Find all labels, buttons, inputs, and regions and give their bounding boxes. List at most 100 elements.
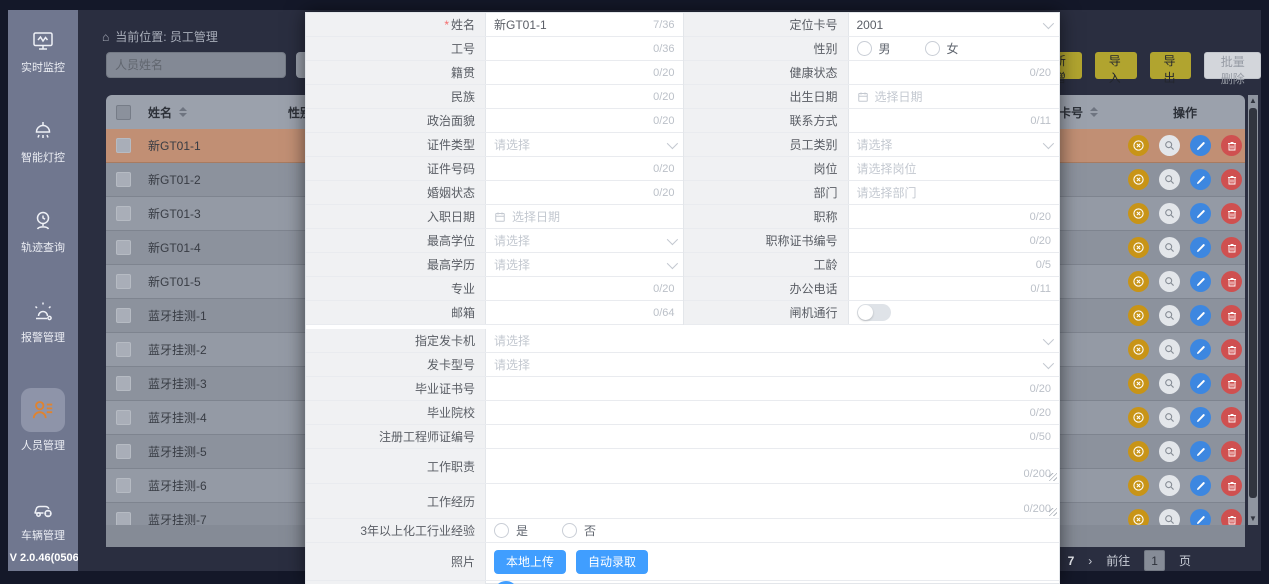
sort-caret-icon[interactable]: [179, 107, 187, 117]
auto-capture-button[interactable]: 自动录取: [576, 550, 648, 574]
radio-option[interactable]: 男: [857, 40, 891, 57]
column-header-name[interactable]: 姓名: [140, 104, 280, 121]
form-date-picker[interactable]: 选择日期: [486, 205, 683, 228]
view-button[interactable]: [1159, 203, 1180, 224]
delete-button[interactable]: [1221, 169, 1242, 190]
form-select[interactable]: 请选择: [486, 133, 683, 156]
edit-button[interactable]: [1190, 475, 1211, 496]
view-button[interactable]: [1159, 271, 1180, 292]
delete-button[interactable]: [1221, 407, 1242, 428]
sidebar-item-alarm-mgmt[interactable]: 报警管理: [21, 298, 65, 345]
sort-caret-icon[interactable]: [1090, 107, 1098, 117]
row-checkbox[interactable]: [116, 138, 131, 153]
radio-option[interactable]: 是: [494, 522, 528, 539]
sidebar-item-personnel-mgmt[interactable]: 人员管理: [21, 388, 65, 453]
sidebar-item-track-query[interactable]: 轨迹查询: [21, 208, 65, 255]
edit-button[interactable]: [1190, 203, 1211, 224]
view-button[interactable]: [1159, 373, 1180, 394]
scroll-down-icon[interactable]: ▼: [1248, 514, 1258, 524]
delete-button[interactable]: [1221, 339, 1242, 360]
disable-button[interactable]: [1128, 271, 1149, 292]
disable-button[interactable]: [1128, 135, 1149, 156]
disable-button[interactable]: [1128, 339, 1149, 360]
import-button[interactable]: 导入: [1095, 52, 1137, 79]
form-text-input[interactable]: 0/11: [849, 277, 1060, 300]
form-text-input[interactable]: 请选择岗位: [849, 157, 1060, 180]
edit-button[interactable]: [1190, 135, 1211, 156]
row-checkbox[interactable]: [116, 308, 131, 323]
form-text-input[interactable]: 0/50: [486, 425, 1059, 448]
edit-button[interactable]: [1190, 271, 1211, 292]
form-text-input[interactable]: 0/20: [486, 377, 1059, 400]
row-checkbox[interactable]: [116, 274, 131, 289]
radio-option[interactable]: 否: [562, 522, 596, 539]
export-button[interactable]: 导出: [1150, 52, 1192, 79]
sidebar-item-realtime-monitor[interactable]: 实时监控: [21, 28, 65, 75]
form-text-input[interactable]: 新GT01-17/36: [486, 13, 683, 36]
goto-page-input[interactable]: 1: [1144, 550, 1165, 571]
row-checkbox[interactable]: [116, 376, 131, 391]
form-date-picker[interactable]: 选择日期: [849, 85, 1060, 108]
photo-upload-field[interactable]: 本地上传自动录取: [486, 543, 1059, 580]
view-button[interactable]: [1159, 135, 1180, 156]
form-text-input[interactable]: 请选择部门: [849, 181, 1060, 204]
form-text-input[interactable]: 0/20: [486, 181, 683, 204]
row-checkbox[interactable]: [116, 444, 131, 459]
delete-button[interactable]: [1221, 237, 1242, 258]
row-checkbox[interactable]: [116, 172, 131, 187]
search-input[interactable]: [106, 52, 286, 78]
edit-button[interactable]: [1190, 373, 1211, 394]
row-checkbox[interactable]: [116, 478, 131, 493]
form-text-input[interactable]: 0/20: [486, 277, 683, 300]
form-text-input[interactable]: 0/20: [486, 85, 683, 108]
sidebar-item-vehicle-mgmt[interactable]: 车辆管理: [21, 496, 65, 543]
view-button[interactable]: [1159, 305, 1180, 326]
form-text-input[interactable]: 0/64: [486, 301, 683, 324]
view-button[interactable]: [1159, 237, 1180, 258]
disable-button[interactable]: [1128, 441, 1149, 462]
form-radio-group[interactable]: 男女: [849, 37, 1060, 60]
resize-handle-icon[interactable]: [1049, 473, 1057, 481]
form-text-input[interactable]: 0/20: [486, 157, 683, 180]
edit-button[interactable]: [1190, 441, 1211, 462]
edit-button[interactable]: [1190, 339, 1211, 360]
edit-button[interactable]: [1190, 305, 1211, 326]
delete-button[interactable]: [1221, 203, 1242, 224]
delete-button[interactable]: [1221, 373, 1242, 394]
form-radio-group[interactable]: 是否: [486, 519, 1059, 542]
form-text-input[interactable]: 0/20: [486, 109, 683, 132]
view-button[interactable]: [1159, 407, 1180, 428]
page-number-button[interactable]: 7: [1068, 554, 1075, 568]
sidebar-item-smart-light[interactable]: 智能灯控: [21, 118, 65, 165]
next-page-button[interactable]: ›: [1088, 554, 1092, 568]
delete-button[interactable]: [1221, 441, 1242, 462]
row-checkbox[interactable]: [116, 206, 131, 221]
form-select[interactable]: 请选择: [486, 229, 683, 252]
disable-button[interactable]: [1128, 237, 1149, 258]
row-checkbox[interactable]: [116, 240, 131, 255]
disable-button[interactable]: [1128, 169, 1149, 190]
disable-button[interactable]: [1128, 203, 1149, 224]
disable-button[interactable]: [1128, 373, 1149, 394]
resize-handle-icon[interactable]: [1049, 508, 1057, 516]
form-text-input[interactable]: 0/20: [849, 229, 1060, 252]
disable-button[interactable]: [1128, 305, 1149, 326]
local-upload-button[interactable]: 本地上传: [494, 550, 566, 574]
gate-access-toggle[interactable]: [857, 304, 891, 321]
form-text-input[interactable]: 0/20: [849, 61, 1060, 84]
delete-button[interactable]: [1221, 305, 1242, 326]
form-select[interactable]: 请选择: [849, 133, 1060, 156]
form-toggle-field[interactable]: [849, 301, 1060, 324]
edit-button[interactable]: [1190, 237, 1211, 258]
view-button[interactable]: [1159, 475, 1180, 496]
edit-button[interactable]: [1190, 407, 1211, 428]
scrollbar-thumb[interactable]: [1249, 108, 1257, 498]
form-select[interactable]: 请选择: [486, 253, 683, 276]
form-select[interactable]: 2001: [849, 13, 1060, 36]
form-text-input[interactable]: 0/20: [486, 61, 683, 84]
row-checkbox[interactable]: [116, 342, 131, 357]
batch-delete-button[interactable]: 批量删除: [1204, 52, 1261, 79]
form-select[interactable]: 请选择: [486, 329, 1059, 352]
form-text-input[interactable]: 0/36: [486, 37, 683, 60]
delete-button[interactable]: [1221, 135, 1242, 156]
